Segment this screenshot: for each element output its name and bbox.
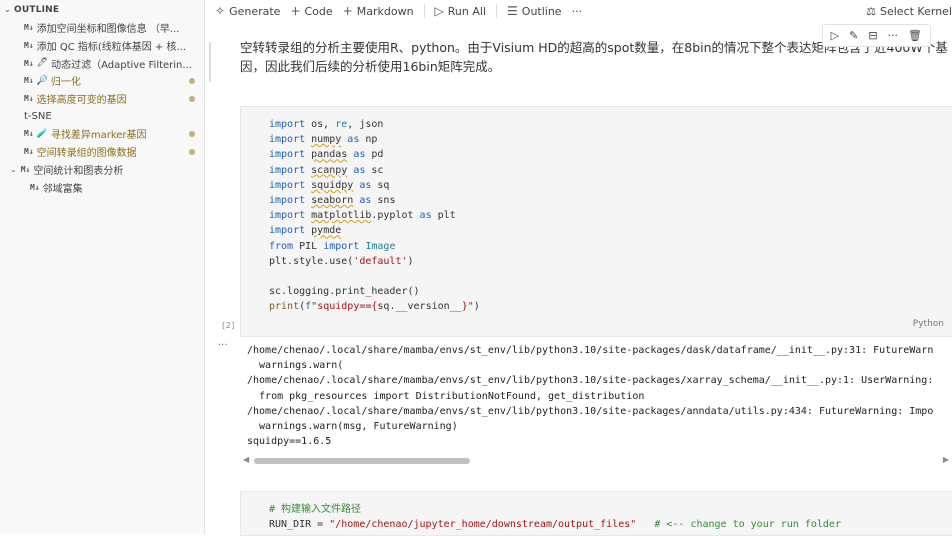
output-scrollbar[interactable]: ◀ ▶ (240, 455, 952, 467)
add-markdown-button[interactable]: + Markdown (343, 4, 414, 18)
scroll-right-icon[interactable]: ▶ (943, 455, 949, 464)
modified-indicator (189, 148, 195, 155)
output-line: squidpy==1.6.5 (247, 436, 332, 448)
run-cell-icon[interactable]: ▷ (831, 29, 839, 42)
toolbar-divider (496, 4, 498, 18)
execution-count: [2] (221, 321, 236, 330)
output-line: /home/chenao/.local/share/mamba/envs/st_… (247, 405, 934, 417)
cell-language[interactable]: Python (913, 319, 944, 329)
cell-output: /home/chenao/.local/share/mamba/envs/st_… (247, 343, 952, 453)
outline-item-label: 添加 QC 指标(线粒体基因 + 核... (36, 42, 187, 54)
toolbar-divider (423, 4, 425, 18)
outline-item-label: 空间统计和图表分析 (33, 165, 124, 177)
add-code-button[interactable]: + Code (290, 4, 332, 18)
notebook-toolbar: ✧ Generate + Code + Markdown ▷ Run All ☰… (205, 0, 952, 22)
cell-focus-bar (209, 42, 211, 82)
markdown-icon: M↓ (24, 76, 34, 86)
code-editor[interactable]: # 构建输入文件路径 RUN_DIR = "/home/chenao/jupyt… (269, 502, 841, 532)
outline-item-label: 归一化 (50, 77, 81, 89)
emoji-icon: 🔎 (36, 75, 48, 86)
markdown-icon: M↓ (20, 164, 31, 174)
markdown-icon: M↓ (24, 147, 34, 157)
markdown-icon: M↓ (24, 94, 34, 104)
markdown-icon: M↓ (30, 182, 40, 192)
select-kernel-button[interactable]: ⚖ Select Kernel (866, 0, 952, 22)
split-cell-icon[interactable]: ⊟ (868, 29, 877, 42)
outline-item[interactable]: M↓ 选择高度可变的基因 (0, 90, 204, 108)
scroll-left-icon[interactable]: ◀ (243, 455, 249, 464)
more-icon[interactable]: ··· (888, 29, 899, 42)
output-line: /home/chenao/.local/share/mamba/envs/st_… (247, 345, 934, 356)
sparkle-icon: ✧ (215, 4, 226, 18)
markdown-icon: M↓ (24, 23, 34, 33)
code-editor[interactable]: import os, re, json import numpy as np i… (269, 117, 480, 315)
outline-item[interactable]: M↓ 空间转录组的图像数据 (0, 143, 204, 161)
outline-item[interactable]: M↓ 添加空间坐标和图像信息 （早... (0, 19, 204, 37)
outline-header-label: OUTLINE (14, 4, 60, 15)
outline-button[interactable]: ☰ Outline (507, 4, 562, 18)
chevron-down-icon: ⌄ (4, 5, 11, 14)
markdown-icon: M↓ (24, 58, 34, 68)
output-line: warnings.warn( (247, 360, 344, 372)
outline-item[interactable]: M↓ 🖊 动态过滤（Adaptive Filterin... (0, 54, 204, 72)
code-cell[interactable]: # 构建输入文件路径 RUN_DIR = "/home/chenao/jupyt… (240, 491, 952, 536)
outline-item[interactable]: M↓ 添加 QC 指标(线粒体基因 + 核... (0, 37, 204, 55)
chevron-down-icon[interactable]: ⌄ (10, 165, 17, 174)
outline-item-label: 选择高度可变的基因 (36, 95, 127, 107)
code-cell[interactable]: import os, re, json import numpy as np i… (240, 106, 952, 337)
outline-item-label: 空间转录组的图像数据 (36, 148, 137, 160)
edit-icon[interactable]: ✎ (849, 29, 858, 42)
outline-header[interactable]: ⌄ OUTLINE (0, 0, 204, 19)
outline-item-label: 动态过滤（Adaptive Filterin... (51, 59, 192, 71)
outline-item[interactable]: M↓ 🧪 寻找差异marker基因 (0, 125, 204, 143)
plus-icon: + (290, 4, 301, 18)
outline-list: M↓ 添加空间坐标和图像信息 （早... M↓ 添加 QC 指标(线粒体基因 + 核.… (0, 19, 204, 196)
markdown-icon: M↓ (24, 41, 34, 51)
output-line: warnings.warn(msg, FutureWarning) (247, 421, 458, 433)
outline-item[interactable]: ⌄ M↓ 空间统计和图表分析 (0, 161, 204, 179)
emoji-icon: 🧪 (36, 128, 48, 139)
outline-item[interactable]: M↓ 🔎 归一化 (0, 72, 204, 90)
output-menu-icon[interactable]: ··· (218, 340, 228, 351)
list-icon: ☰ (507, 4, 518, 18)
outline-item-label: 添加空间坐标和图像信息 （早... (36, 24, 180, 36)
modified-indicator (189, 131, 195, 138)
outline-panel: ⌄ OUTLINE M↓ 添加空间坐标和图像信息 （早... M↓ 添加 QC 指标(… (0, 0, 205, 534)
more-actions-button[interactable]: ··· (572, 5, 583, 18)
output-line: /home/chenao/.local/share/mamba/envs/st_… (247, 375, 934, 387)
markdown-icon: M↓ (24, 129, 34, 139)
generate-button[interactable]: ✧ Generate (215, 4, 280, 18)
outline-item[interactable]: M↓ 邻域富集 (0, 178, 204, 196)
outline-item-label: 邻域富集 (42, 183, 83, 195)
run-all-button[interactable]: ▷ Run All (435, 4, 486, 18)
cell-toolbar: ▷ ✎ ⊟ ··· 🗑 (821, 24, 931, 47)
outline-item[interactable]: t-SNE (0, 107, 204, 125)
kernel-icon: ⚖ (866, 4, 876, 18)
modified-indicator (189, 78, 195, 85)
outline-item-label: 寻找差异marker基因 (50, 130, 147, 142)
scrollbar-thumb[interactable] (254, 458, 470, 464)
output-line: from pkg_resources import DistributionNo… (247, 390, 645, 402)
emoji-icon: 🖊 (36, 58, 49, 69)
outline-item-label: t-SNE (24, 110, 52, 122)
delete-icon[interactable]: 🗑 (908, 29, 922, 42)
plus-icon: + (342, 4, 353, 18)
run-all-icon: ▷ (434, 4, 444, 18)
modified-indicator (189, 95, 195, 102)
